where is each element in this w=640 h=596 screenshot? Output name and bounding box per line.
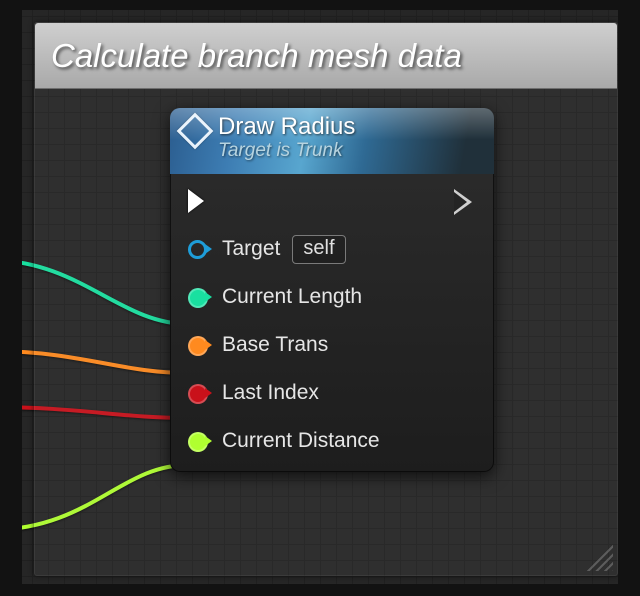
pin-label-last-index: Last Index [222, 381, 319, 405]
function-node-draw-radius[interactable]: Draw Radius Target is Trunk Target self … [170, 108, 494, 472]
pin-row-current-length: Current Length [188, 282, 476, 312]
node-header[interactable]: Draw Radius Target is Trunk [170, 108, 494, 174]
exec-in-pin[interactable] [188, 189, 210, 213]
comment-title: Calculate branch mesh data [51, 37, 462, 75]
target-pin[interactable] [188, 238, 210, 260]
target-default-value[interactable]: self [292, 235, 345, 264]
pin-row-last-index: Last Index [188, 378, 476, 408]
current-length-pin[interactable] [188, 286, 210, 308]
comment-title-bar[interactable]: Calculate branch mesh data [35, 23, 617, 89]
pin-label-current-distance: Current Distance [222, 429, 380, 453]
node-subtitle: Target is Trunk [218, 141, 355, 162]
pin-label-target: Target [222, 237, 280, 261]
current-distance-pin[interactable] [188, 430, 210, 452]
exec-row [188, 186, 476, 216]
pin-label-current-length: Current Length [222, 285, 362, 309]
pin-row-target: Target self [188, 234, 476, 264]
pin-label-base-trans: Base Trans [222, 333, 328, 357]
node-body: Target self Current Length Base Trans La… [170, 174, 494, 472]
function-icon [177, 113, 214, 150]
comment-resize-handle[interactable] [583, 541, 613, 571]
last-index-pin[interactable] [188, 382, 210, 404]
base-trans-pin[interactable] [188, 334, 210, 356]
pin-row-base-trans: Base Trans [188, 330, 476, 360]
node-title: Draw Radius [218, 114, 355, 140]
exec-out-pin[interactable] [454, 189, 476, 213]
pin-row-current-distance: Current Distance [188, 426, 476, 456]
